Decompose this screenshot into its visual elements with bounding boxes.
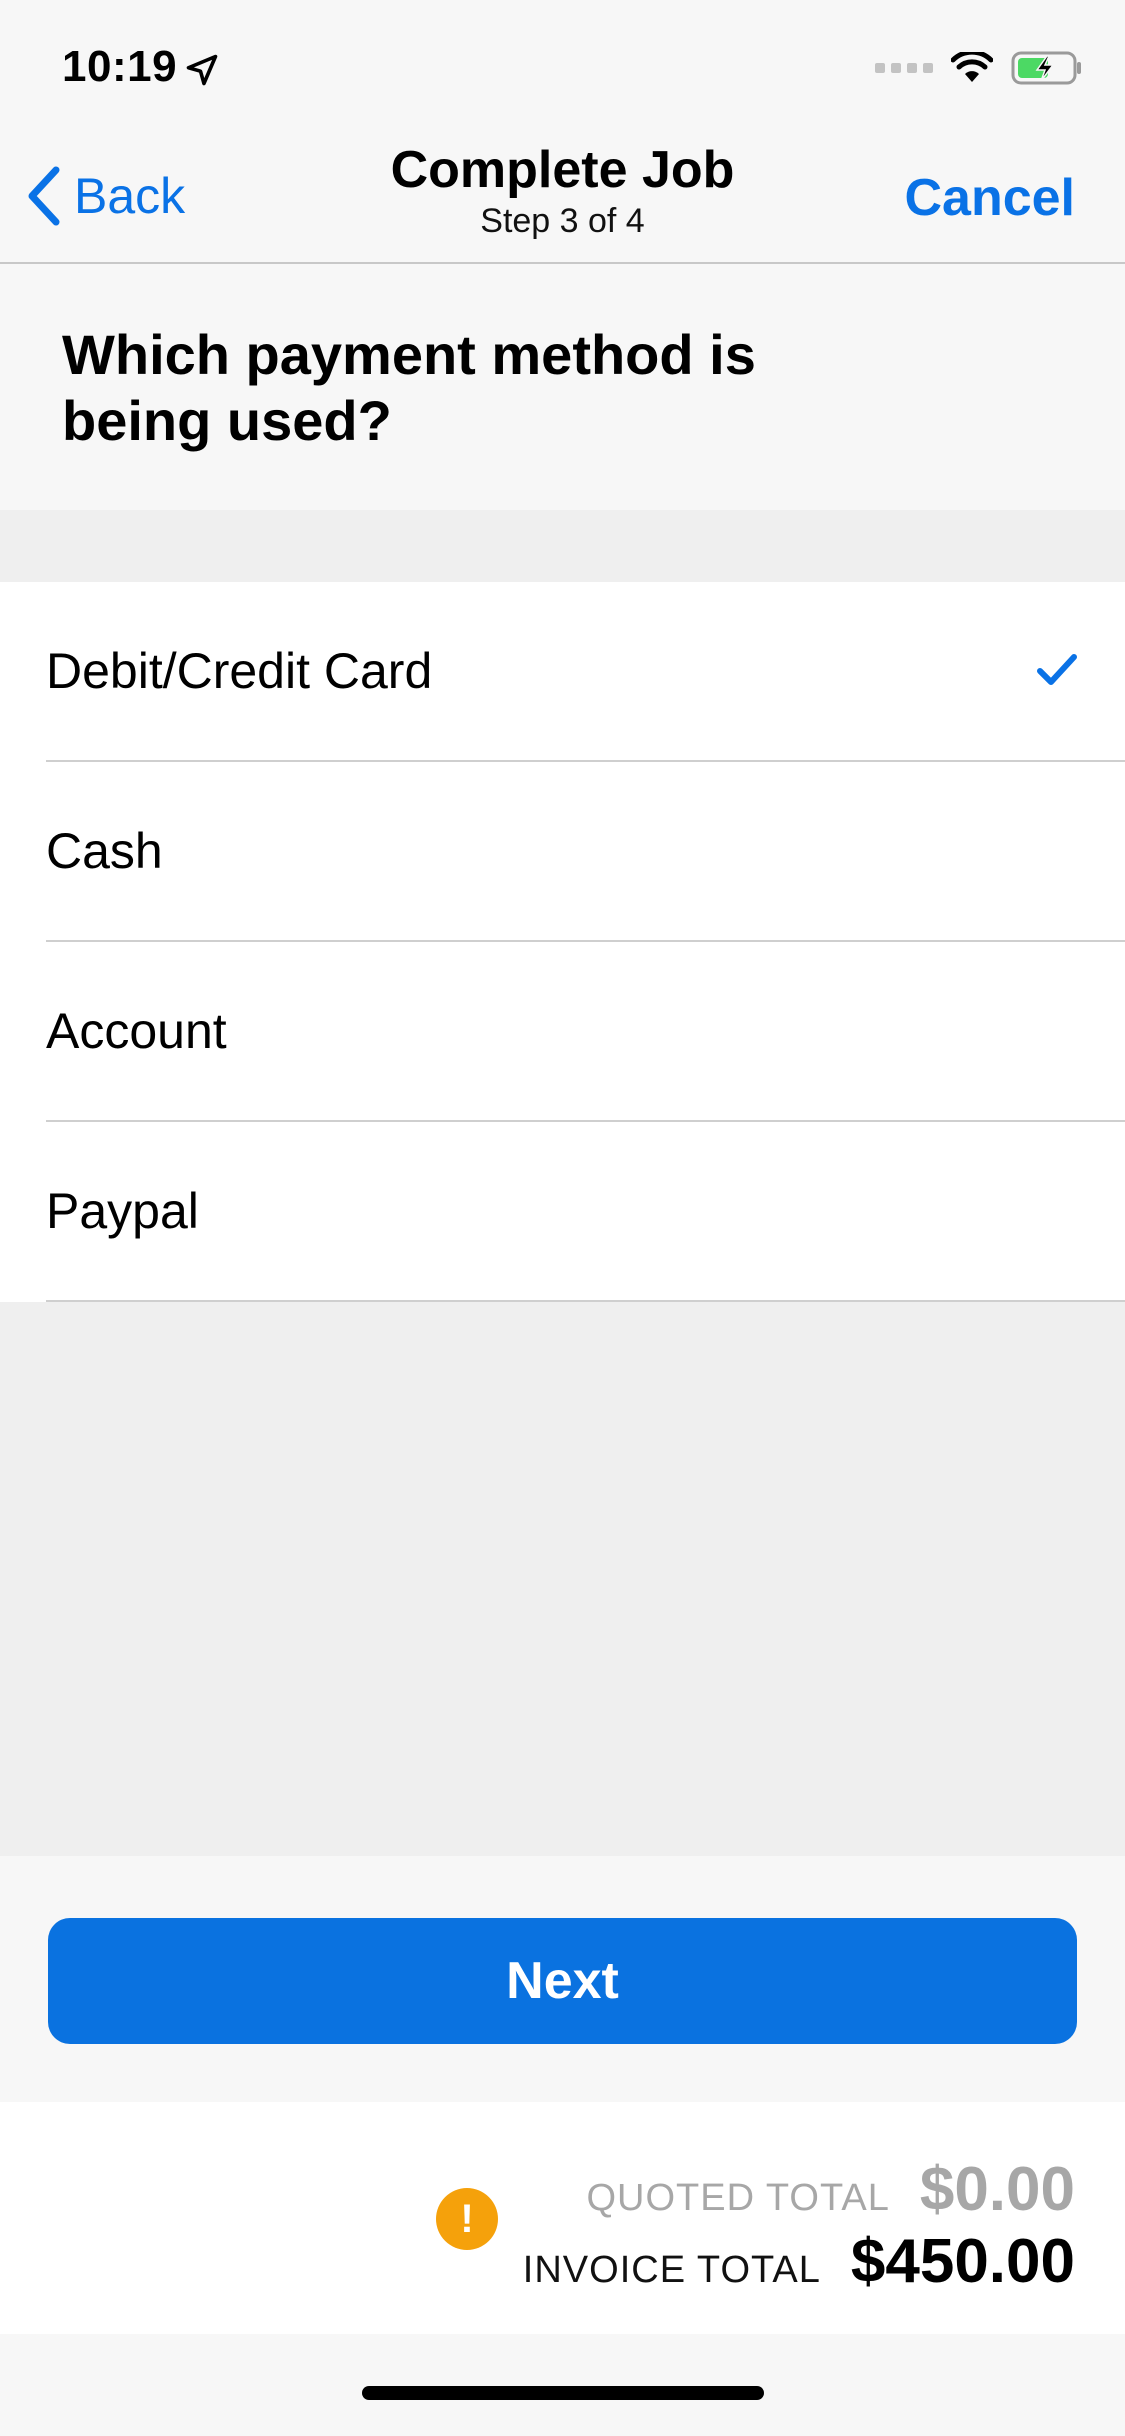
next-button[interactable]: Next [48, 1918, 1077, 2044]
checkmark-icon [1037, 654, 1077, 685]
location-arrow-icon [186, 54, 218, 86]
warning-icon[interactable]: ! [436, 2188, 498, 2250]
payment-method-list: Debit/Credit Card Cash Account Paypal [0, 582, 1125, 1302]
question-section: Which payment method is being used? [0, 264, 1125, 510]
invoice-total-value: $450.00 [850, 2227, 1075, 2296]
option-label: Debit/Credit Card [46, 643, 433, 699]
quoted-total-row: QUOTED TOTAL $0.00 [586, 2154, 1075, 2225]
quoted-total-label: QUOTED TOTAL [586, 2177, 890, 2219]
empty-space [0, 1302, 1125, 1856]
cancel-button[interactable]: Cancel [904, 168, 1075, 228]
invoice-total-row: INVOICE TOTAL $450.00 [523, 2226, 1075, 2297]
totals-footer: ! QUOTED TOTAL $0.00 INVOICE TOTAL $450.… [0, 2102, 1125, 2334]
status-time: 10:19 [62, 42, 178, 91]
home-indicator[interactable] [362, 2386, 764, 2400]
section-spacer [0, 510, 1125, 582]
battery-charging-icon [1011, 51, 1081, 85]
payment-option-cash[interactable]: Cash [0, 762, 1125, 942]
question-heading: Which payment method is being used? [62, 323, 756, 452]
signal-icon [875, 63, 933, 73]
option-label: Cash [46, 823, 163, 879]
option-label: Account [46, 1003, 227, 1059]
payment-option-paypal[interactable]: Paypal [0, 1122, 1125, 1302]
home-indicator-area [0, 2334, 1125, 2436]
payment-option-account[interactable]: Account [0, 942, 1125, 1122]
option-label: Paypal [46, 1183, 199, 1239]
navigation-bar: Back Complete Job Step 3 of 4 Cancel [0, 132, 1125, 264]
invoice-total-label: INVOICE TOTAL [522, 2249, 821, 2291]
quoted-total-value: $0.00 [919, 2155, 1075, 2224]
wifi-icon [951, 52, 993, 82]
action-section: Next [0, 1856, 1125, 2102]
payment-option-debit-credit-card[interactable]: Debit/Credit Card [0, 582, 1125, 762]
status-icons [875, 48, 1083, 88]
status-bar: 10:19 [0, 0, 1125, 132]
